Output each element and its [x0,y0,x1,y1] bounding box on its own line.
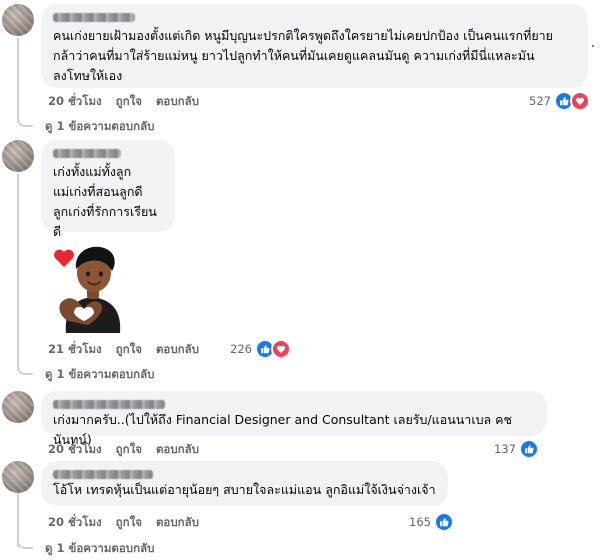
comment-time[interactable]: 20 ชั่วโมง [48,514,102,532]
commenter-name[interactable] [53,470,153,479]
comment-actions: 20 ชั่วโมง ถูกใจ ตอบกลับ [48,93,199,111]
view-replies-link[interactable]: ดู 1 ข้อความตอบกลับ [45,366,154,384]
avatar[interactable] [2,391,34,423]
reply-button[interactable]: ตอบกลับ [156,341,199,359]
reactions-summary[interactable]: 226 [230,339,291,359]
like-button[interactable]: ถูกใจ [116,341,142,359]
reactions-summary[interactable]: 165 [409,512,454,532]
like-button[interactable]: ถูกใจ [116,441,142,459]
reply-button[interactable]: ตอบกลับ [156,441,199,459]
heart-icon [569,91,590,111]
reactions-summary[interactable]: 137 [494,439,539,459]
reaction-count: 137 [494,442,516,456]
comment-bubble: คนเก่งยายเฝ้ามองตั้งแต่เกิด หนูมีบุญนะปร… [41,4,588,88]
avatar[interactable] [2,4,34,36]
thread-line [17,174,19,369]
avatar[interactable] [2,461,34,493]
avatar-heart-sticker[interactable] [48,241,136,333]
comment-bubble: เก่งมากครับ..(ไปให้ถึง Financial Designe… [41,391,547,447]
reaction-count: 165 [409,515,431,529]
comment-bubble: เก่งทั้งแม่ทั้งลูก แม่เก่งที่สอนลูกดี ลู… [41,140,175,239]
commenter-name[interactable] [53,149,121,158]
thumbs-up-icon [433,512,454,532]
comment-text: เก่งทั้งแม่ทั้งลูก แม่เก่งที่สอนลูกดี ลู… [53,164,157,239]
thumbs-up-icon [518,439,539,459]
commenter-name[interactable] [53,13,135,22]
comment-actions: 20 ชั่วโมง ถูกใจ ตอบกลับ [48,441,199,459]
overflow-dot [592,45,594,47]
like-button[interactable]: ถูกใจ [116,514,142,532]
reply-thread-connector [17,115,33,127]
view-replies-link[interactable]: ดู 1 ข้อความตอบกลับ [45,118,154,136]
like-button[interactable]: ถูกใจ [116,93,142,111]
comment-time[interactable]: 21 ชั่วโมง [48,341,102,359]
heart-icon [270,339,291,359]
commenter-name[interactable] [53,400,165,409]
comment-text: คนเก่งยายเฝ้ามองตั้งแต่เกิด หนูมีบุญนะปร… [53,28,553,83]
comment-time[interactable]: 20 ชั่วโมง [48,93,102,111]
thread-line [17,38,19,121]
view-replies-link[interactable]: ดู 1 ข้อความตอบกลับ [45,540,154,558]
reply-button[interactable]: ตอบกลับ [156,514,199,532]
reply-button[interactable]: ตอบกลับ [156,93,199,111]
comment-bubble: โอ้โห เทรดหุ้นเป็นแต่อายุน้อยๆ สบายใจละแ… [41,461,448,506]
reply-thread-connector [17,537,33,549]
comment-actions: 21 ชั่วโมง ถูกใจ ตอบกลับ [48,341,199,359]
reactions-summary[interactable]: 527 [529,91,590,111]
reply-thread-connector [17,363,33,375]
reaction-count: 527 [529,94,551,108]
avatar[interactable] [2,140,34,172]
comment-text: โอ้โห เทรดหุ้นเป็นแต่อายุน้อยๆ สบายใจละแ… [53,482,436,497]
reaction-count: 226 [230,342,252,356]
comment-time[interactable]: 20 ชั่วโมง [48,441,102,459]
comment-actions: 20 ชั่วโมง ถูกใจ ตอบกลับ [48,514,199,532]
